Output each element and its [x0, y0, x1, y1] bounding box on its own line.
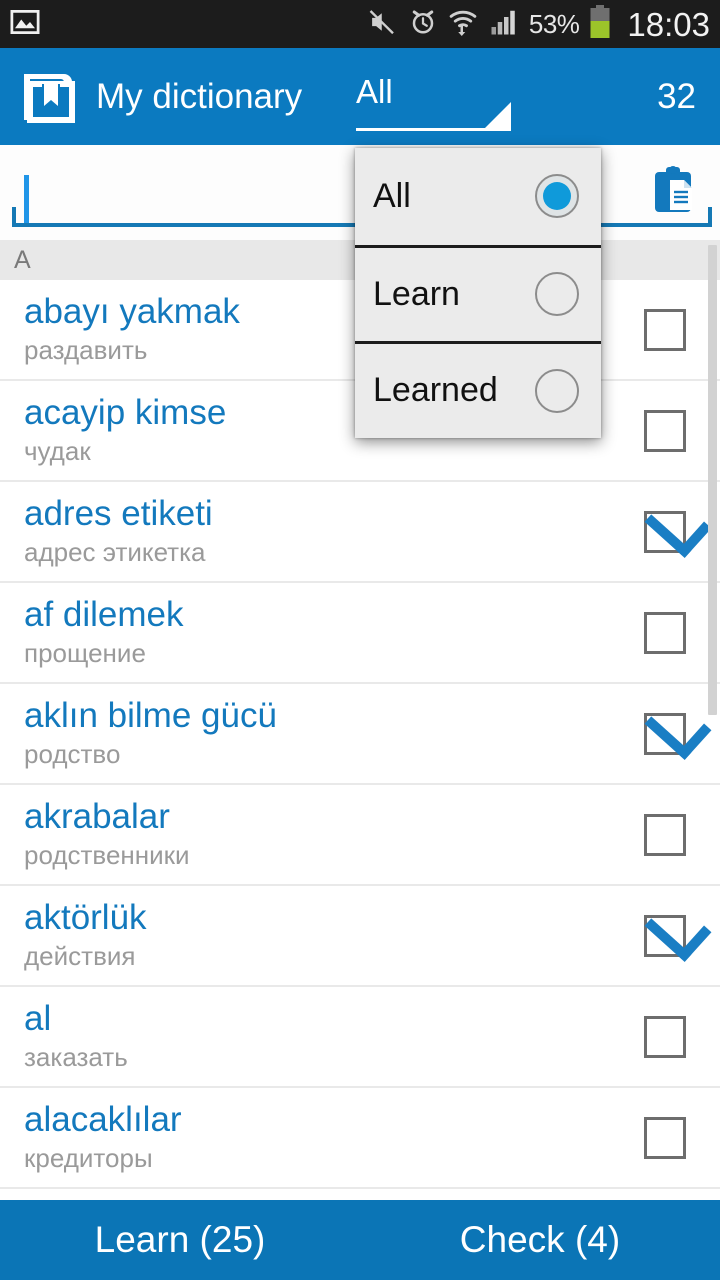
dropdown-option-learned[interactable]: Learned — [355, 341, 601, 438]
filter-dropdown-menu[interactable]: All Learn Learned — [355, 148, 601, 438]
text-cursor-icon — [24, 175, 29, 223]
row-checkbox-cell[interactable] — [610, 308, 720, 351]
row-checkbox-cell[interactable] — [610, 409, 720, 452]
row-checkbox-cell[interactable] — [610, 914, 720, 957]
clipboard-underline — [660, 223, 712, 227]
word-translation: адрес этикетка — [24, 536, 206, 567]
word-translation: родственники — [24, 839, 190, 870]
word-translation: чудак — [24, 435, 91, 466]
word-translation: заказать — [24, 1041, 128, 1072]
row-texts: al заказать — [0, 1000, 610, 1073]
word-checkbox[interactable] — [644, 712, 686, 755]
row-texts: aktörlük действия — [0, 899, 610, 972]
word-translation: действия — [24, 940, 136, 971]
filter-spinner-label: All — [356, 73, 393, 110]
page-title: My dictionary — [96, 76, 303, 116]
row-checkbox-cell[interactable] — [610, 1116, 720, 1159]
filter-spinner-underline — [356, 128, 511, 131]
word-checkbox[interactable] — [644, 409, 686, 452]
app-screen: 53% 18:03 My dictionary All 32 A abayı y… — [0, 0, 720, 1280]
word-term: adres etiketi — [24, 493, 213, 533]
word-term: aktörlük — [24, 897, 147, 937]
radio-button-icon[interactable] — [535, 174, 579, 219]
word-checkbox[interactable] — [644, 1116, 686, 1159]
word-term: alacaklılar — [24, 1099, 182, 1139]
row-texts: akrabalar родственники — [0, 798, 610, 871]
image-icon — [10, 7, 40, 42]
clock-label: 18:03 — [627, 5, 710, 43]
signal-icon — [488, 7, 520, 42]
word-checkbox[interactable] — [644, 914, 686, 957]
table-row[interactable]: akrabalar родственники — [0, 785, 720, 886]
table-row[interactable]: al заказать — [0, 987, 720, 1088]
word-count-badge: 32 — [657, 76, 696, 116]
table-row[interactable]: af dilemek прощение — [0, 583, 720, 684]
check-button[interactable]: Check (4) — [360, 1200, 720, 1280]
list-scrollbar[interactable] — [708, 245, 717, 715]
clipboard-icon — [652, 165, 698, 222]
row-checkbox-cell[interactable] — [610, 1015, 720, 1058]
alarm-icon — [408, 7, 438, 42]
row-texts: alacaklılar кредиторы — [0, 1101, 610, 1174]
word-translation: родство — [24, 738, 121, 769]
word-translation: кредиторы — [24, 1142, 153, 1173]
table-row[interactable]: adres etiketi адрес этикетка — [0, 482, 720, 583]
word-term: aklın bilme gücü — [24, 695, 277, 735]
status-bar: 53% 18:03 — [0, 0, 720, 48]
row-texts: adres etiketi адрес этикетка — [0, 495, 610, 568]
filter-spinner[interactable]: All — [356, 48, 511, 145]
status-bar-left — [0, 7, 40, 42]
wifi-transfer-icon — [447, 7, 479, 42]
dropdown-option-label: Learned — [373, 371, 498, 410]
radio-button-icon[interactable] — [535, 368, 579, 413]
section-header-letter: A — [14, 245, 31, 274]
mute-icon — [367, 7, 399, 42]
word-checkbox[interactable] — [644, 308, 686, 351]
battery-percent-label: 53% — [528, 8, 580, 39]
row-checkbox-cell[interactable] — [610, 813, 720, 856]
dropdown-option-label: Learn — [373, 274, 460, 313]
bottom-bar: Learn (25) Check (4) — [0, 1200, 720, 1280]
word-checkbox[interactable] — [644, 611, 686, 654]
learn-button[interactable]: Learn (25) — [0, 1200, 360, 1280]
row-checkbox-cell[interactable] — [610, 712, 720, 755]
status-bar-right: 53% 18:03 — [367, 4, 720, 44]
word-term: akrabalar — [24, 796, 170, 836]
dropdown-option-label: All — [373, 176, 411, 215]
word-checkbox[interactable] — [644, 813, 686, 856]
book-bookmark-icon — [18, 66, 80, 128]
dropdown-option-learn[interactable]: Learn — [355, 244, 601, 342]
table-row[interactable]: alacaklılar кредиторы — [0, 1088, 720, 1189]
dropdown-caret-icon — [485, 102, 511, 128]
search-field-left-tick — [12, 207, 16, 227]
word-term: af dilemek — [24, 594, 184, 634]
dropdown-option-all[interactable]: All — [355, 148, 601, 245]
word-translation: прощение — [24, 637, 146, 668]
table-row[interactable]: aktörlük действия — [0, 886, 720, 987]
row-checkbox-cell[interactable] — [610, 611, 720, 654]
battery-icon — [588, 4, 612, 44]
word-checkbox[interactable] — [644, 510, 686, 553]
search-field-right-tick — [708, 207, 712, 227]
clipboard-button[interactable] — [640, 159, 710, 227]
row-checkbox-cell[interactable] — [610, 510, 720, 553]
radio-button-icon[interactable] — [535, 272, 579, 317]
word-term: al — [24, 998, 52, 1038]
row-texts: af dilemek прощение — [0, 596, 610, 669]
word-checkbox[interactable] — [644, 1015, 686, 1058]
table-row[interactable]: aklın bilme gücü родство — [0, 684, 720, 785]
row-texts: aklın bilme gücü родство — [0, 697, 610, 770]
